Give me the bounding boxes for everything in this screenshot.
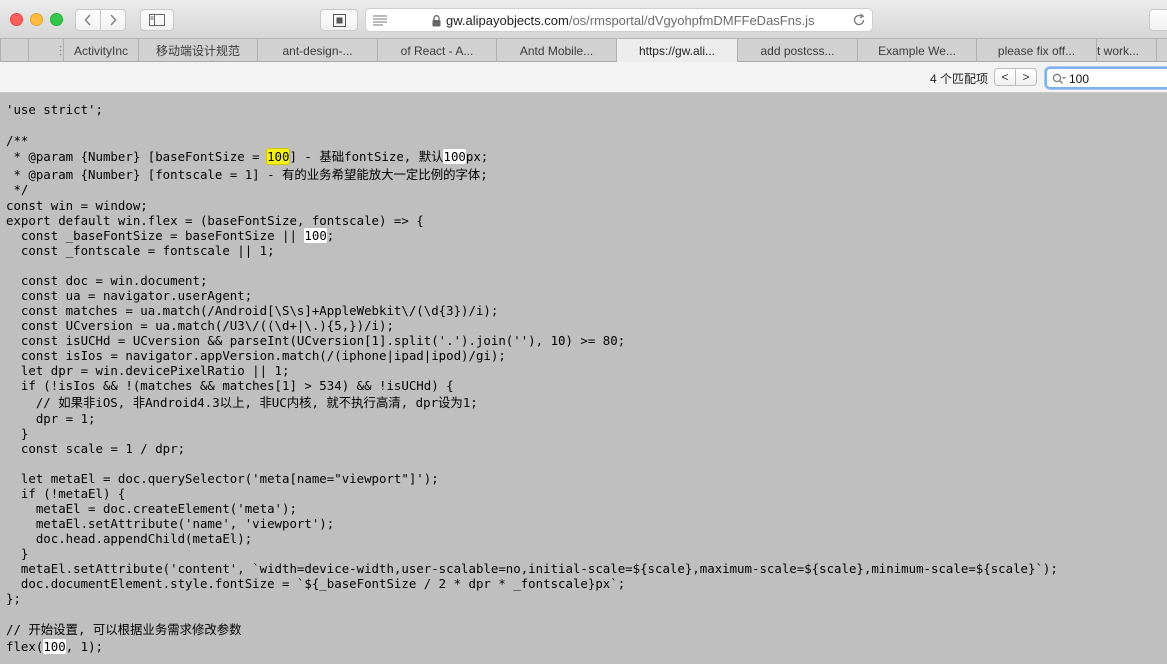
code-line: doc.head.appendChild(metaEl);	[6, 531, 253, 546]
code-line: }	[6, 426, 29, 441]
tab-gw-ali-active[interactable]: https://gw.ali...	[616, 39, 737, 62]
close-window-button[interactable]	[10, 13, 23, 26]
chevron-right-icon: >	[1022, 70, 1030, 84]
code-line: const _baseFontSize = baseFontSize || 10…	[6, 228, 335, 243]
lock-icon	[432, 15, 441, 27]
tab-label: Example We...	[878, 43, 956, 58]
code-line: const isUCHd = UCversion && parseInt(UCv…	[6, 333, 626, 348]
grip-icon	[59, 45, 62, 56]
find-match: 100	[443, 149, 466, 164]
find-match: 100	[304, 228, 327, 243]
code-line: * @param {Number} [fontscale = 1] - 有的业务…	[6, 167, 488, 182]
find-next-button[interactable]: >	[1015, 68, 1037, 86]
tab-label: t work...	[1097, 43, 1140, 58]
url-text: gw.alipayobjects.com/os/rmsportal/dVgyoh…	[446, 13, 814, 28]
code-line: const win = window;	[6, 198, 148, 213]
browser-toolbar: gw.alipayobjects.com/os/rmsportal/dVgyoh…	[0, 0, 1167, 39]
tab-t-work[interactable]: t work...	[1096, 39, 1156, 62]
code-line: metaEl = doc.createElement('meta');	[6, 501, 297, 516]
tab-activityinc[interactable]: ActivityInc	[63, 39, 138, 62]
sidebar-icon	[149, 14, 165, 26]
reader-icon[interactable]	[373, 15, 387, 26]
tab-ant-design[interactable]: ant-design-...	[257, 39, 377, 62]
code-line: const isIos = navigator.appVersion.match…	[6, 348, 506, 363]
url-path: /os/rmsportal/dVgyohpfmDMFFeDasFns.js	[568, 13, 815, 28]
tab-label: ActivityInc	[73, 43, 128, 58]
tab-label: 移动端设计规范	[155, 44, 240, 58]
tab-pinned-1[interactable]	[0, 39, 28, 62]
tab-pinned-2[interactable]	[28, 39, 60, 62]
url-host: gw.alipayobjects.com	[446, 13, 569, 28]
tab-label: of React - A...	[400, 43, 474, 58]
tab-example-we[interactable]: Example We...	[857, 39, 976, 62]
chevron-right-icon	[110, 14, 117, 26]
code-line: const _fontscale = fontscale || 1;	[6, 243, 275, 258]
code-line: dpr = 1;	[6, 411, 96, 426]
find-match-count: 4 个匹配项	[930, 72, 989, 86]
find-match: 100	[43, 639, 66, 654]
code-line: };	[6, 591, 21, 606]
address-bar[interactable]: gw.alipayobjects.com/os/rmsportal/dVgyoh…	[365, 8, 873, 32]
tab-mobile-design-spec[interactable]: 移动端设计规范	[138, 39, 257, 62]
code-line: // 如果非iOS, 非Android4.3以上, 非UC内核, 就不执行高清,…	[6, 395, 478, 410]
find-search-field[interactable]	[1045, 67, 1167, 89]
sidebar-toggle-button[interactable]	[140, 9, 174, 31]
tab-label: Antd Mobile...	[519, 43, 594, 58]
code-line: */	[6, 182, 29, 197]
chevron-left-icon: <	[1001, 70, 1009, 84]
code-line: let dpr = win.devicePixelRatio || 1;	[6, 363, 290, 378]
tab-add-postcss[interactable]: add postcss...	[737, 39, 857, 62]
tab-please-fix[interactable]: please fix off...	[976, 39, 1096, 62]
code-line: metaEl.setAttribute('name', 'viewport');	[6, 516, 335, 531]
code-line: let metaEl = doc.querySelector('meta[nam…	[6, 471, 439, 486]
code-line: /**	[6, 133, 29, 148]
code-line: metaEl.setAttribute('content', `width=de…	[6, 561, 1058, 576]
tab-antd-mobile[interactable]: Antd Mobile...	[496, 39, 616, 62]
reload-icon[interactable]	[852, 13, 866, 27]
code-line: 'use strict';	[6, 102, 103, 117]
tab-label: please fix off...	[997, 43, 1076, 58]
current-find-match: 100	[267, 149, 290, 164]
code-line: const ua = navigator.userAgent;	[6, 288, 253, 303]
code-line: doc.documentElement.style.fontSize = `${…	[6, 576, 626, 591]
code-line: const scale = 1 / dpr;	[6, 441, 186, 456]
code-line: export default win.flex = (baseFontSize,…	[6, 213, 424, 228]
find-bar: 4 个匹配项 < >	[0, 62, 1167, 93]
forward-button[interactable]	[100, 9, 126, 31]
code-line: const matches = ua.match(/Android[\S\s]+…	[6, 303, 499, 318]
tab-label: add postcss...	[760, 43, 835, 58]
find-input[interactable]	[1069, 70, 1167, 87]
code-line: }	[6, 546, 29, 561]
back-button[interactable]	[75, 9, 101, 31]
square-icon	[332, 13, 346, 27]
code-line: if (!metaEl) {	[6, 486, 126, 501]
code-line: if (!isIos && !(matches && matches[1] > …	[6, 378, 454, 393]
code-line: const doc = win.document;	[6, 273, 208, 288]
source-code-view: 'use strict'; /** * @param {Number} [base…	[0, 93, 1167, 664]
minimize-window-button[interactable]	[30, 13, 43, 26]
code-line: flex(100, 1);	[6, 639, 104, 654]
tab-of-react[interactable]: of React - A...	[377, 39, 496, 62]
tab-label: ant-design-...	[282, 43, 353, 58]
code-line: // 开始设置, 可以根据业务需求修改参数	[6, 622, 242, 637]
chevron-left-icon	[84, 14, 91, 26]
tab-label: https://gw.ali...	[638, 43, 716, 58]
tab-bar: ActivityInc 移动端设计规范 ant-design-... of Re…	[0, 39, 1167, 62]
tab-overflow[interactable]	[1156, 39, 1167, 62]
code-line: const UCversion = ua.match(/U3\/((\d+|\.…	[6, 318, 394, 333]
fullscreen-window-button[interactable]	[50, 13, 63, 26]
share-button[interactable]	[1149, 9, 1167, 31]
code-line: * @param {Number} [baseFontSize = 100] -…	[6, 149, 489, 164]
search-icon	[1052, 73, 1066, 84]
find-previous-button[interactable]: <	[994, 68, 1016, 86]
tab-overview-button[interactable]	[320, 9, 358, 31]
